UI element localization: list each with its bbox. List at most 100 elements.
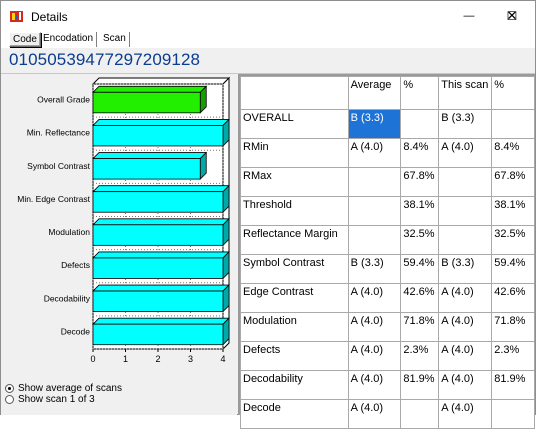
scan-percent-cell[interactable]: 67.8% bbox=[491, 167, 535, 197]
average-grade-cell[interactable] bbox=[347, 196, 402, 226]
scan-grade-cell[interactable]: A (4.0) bbox=[438, 399, 493, 429]
scan-percent-cell[interactable]: 59.4% bbox=[491, 254, 535, 284]
show-average-radio[interactable] bbox=[5, 384, 14, 393]
minimize-button[interactable]: — bbox=[447, 1, 491, 31]
average-percent-cell[interactable]: 59.4% bbox=[400, 254, 440, 284]
scan-grade-cell[interactable]: B (3.3) bbox=[438, 254, 493, 284]
scan-grade-cell[interactable]: A (4.0) bbox=[438, 341, 493, 371]
table-row[interactable]: Symbol Contrast B (3.3) 59.4% B (3.3) 59.4% bbox=[240, 254, 535, 284]
table-header-row: Average% This scan% bbox=[240, 76, 535, 110]
row-name-cell[interactable]: Edge Contrast bbox=[240, 283, 349, 313]
close-button[interactable]: ✕ bbox=[489, 1, 535, 31]
column-header[interactable]: Average bbox=[347, 76, 402, 110]
average-grade-cell[interactable]: B (3.3) bbox=[347, 254, 402, 284]
scan-grade-cell[interactable]: A (4.0) bbox=[438, 138, 493, 168]
tab-encodation[interactable]: Encodation bbox=[40, 32, 98, 47]
scan-percent-cell[interactable]: 38.1% bbox=[491, 196, 535, 226]
code-value: 01050539477297209128 bbox=[9, 50, 201, 69]
category-label: Min. Edge Contrast bbox=[17, 194, 90, 204]
row-name-cell[interactable]: RMax bbox=[240, 167, 349, 197]
average-grade-cell[interactable] bbox=[347, 167, 402, 197]
show-scan-radio[interactable] bbox=[5, 395, 14, 404]
category-label: Overall Grade bbox=[37, 95, 90, 105]
scan-percent-cell[interactable] bbox=[491, 399, 535, 429]
row-name-cell[interactable]: Decodability bbox=[240, 370, 349, 400]
average-percent-cell[interactable] bbox=[400, 109, 440, 139]
scan-grade-cell[interactable]: A (4.0) bbox=[438, 370, 493, 400]
x-tick-label: 2 bbox=[155, 354, 160, 364]
average-grade-cell[interactable]: A (4.0) bbox=[347, 370, 402, 400]
scan-percent-cell[interactable]: 71.8% bbox=[491, 312, 535, 342]
title-bar[interactable]: Details — ☐ bbox=[1, 1, 535, 31]
scan-percent-cell[interactable]: 8.4% bbox=[491, 138, 535, 168]
show-scan-option[interactable]: Show scan 1 of 3 bbox=[5, 394, 95, 405]
scan-percent-cell[interactable]: 81.9% bbox=[491, 370, 535, 400]
results-table: Average% This scan% OVERALL B (3.3) B (3.3) R… bbox=[240, 76, 535, 429]
scan-grade-cell[interactable] bbox=[438, 167, 493, 197]
bar bbox=[92, 91, 201, 114]
average-percent-cell[interactable]: 67.8% bbox=[400, 167, 440, 197]
table-row[interactable]: OVERALL B (3.3) B (3.3) bbox=[240, 109, 535, 139]
column-header[interactable]: % bbox=[491, 76, 535, 110]
plot-top-wall bbox=[91, 77, 231, 85]
average-percent-cell[interactable]: 32.5% bbox=[400, 225, 440, 255]
table-row[interactable]: Defects A (4.0) 2.3% A (4.0) 2.3% bbox=[240, 341, 535, 371]
scan-percent-cell[interactable]: 42.6% bbox=[491, 283, 535, 313]
table-row[interactable]: RMax 67.8% 67.8% bbox=[240, 167, 535, 197]
x-tick-label: 1 bbox=[123, 354, 128, 364]
average-grade-cell[interactable]: B (3.3) bbox=[347, 109, 402, 139]
bar-top-face bbox=[92, 85, 208, 93]
tab-scan[interactable]: Scan bbox=[100, 32, 130, 47]
average-grade-cell[interactable]: A (4.0) bbox=[347, 341, 402, 371]
average-percent-cell[interactable]: 8.4% bbox=[400, 138, 440, 168]
average-grade-cell[interactable]: A (4.0) bbox=[347, 399, 402, 429]
scan-percent-cell[interactable] bbox=[491, 109, 535, 139]
average-grade-cell[interactable] bbox=[347, 225, 402, 255]
table-row[interactable]: Decodability A (4.0) 81.9% A (4.0) 81.9% bbox=[240, 370, 535, 400]
average-percent-cell[interactable]: 2.3% bbox=[400, 341, 440, 371]
column-header[interactable]: This scan bbox=[438, 76, 493, 110]
details-window: Details — ☐ ✕ Code Encodation Scan 01050… bbox=[0, 0, 536, 429]
table-row[interactable]: RMin A (4.0) 8.4% A (4.0) 8.4% bbox=[240, 138, 535, 168]
show-average-option[interactable]: Show average of scans bbox=[5, 383, 122, 394]
column-header[interactable] bbox=[240, 76, 349, 110]
bar bbox=[92, 125, 224, 147]
average-grade-cell[interactable]: A (4.0) bbox=[347, 138, 402, 168]
row-name-cell[interactable]: RMin bbox=[240, 138, 349, 168]
row-name-cell[interactable]: Threshold bbox=[240, 196, 349, 226]
row-name-cell[interactable]: Modulation bbox=[240, 312, 349, 342]
row-name-cell[interactable]: Symbol Contrast bbox=[240, 254, 349, 284]
average-grade-cell[interactable]: A (4.0) bbox=[347, 283, 402, 313]
show-scan-label: Show scan 1 of 3 bbox=[18, 394, 95, 405]
row-name-cell[interactable]: Defects bbox=[240, 341, 349, 371]
bar bbox=[92, 191, 224, 213]
average-grade-cell[interactable]: A (4.0) bbox=[347, 312, 402, 342]
scan-grade-cell[interactable]: A (4.0) bbox=[438, 283, 493, 313]
average-percent-cell[interactable]: 81.9% bbox=[400, 370, 440, 400]
x-tick-label: 3 bbox=[188, 354, 193, 364]
average-percent-cell[interactable] bbox=[400, 399, 440, 429]
average-percent-cell[interactable]: 38.1% bbox=[400, 196, 440, 226]
table-row[interactable]: Decode A (4.0) A (4.0) bbox=[240, 399, 535, 429]
average-percent-cell[interactable]: 71.8% bbox=[400, 312, 440, 342]
scan-grade-cell[interactable]: A (4.0) bbox=[438, 312, 493, 342]
table-row[interactable]: Threshold 38.1% 38.1% bbox=[240, 196, 535, 226]
bar bbox=[92, 323, 224, 346]
row-name-cell[interactable]: Decode bbox=[240, 399, 349, 429]
row-name-cell[interactable]: OVERALL bbox=[240, 109, 349, 139]
table-row[interactable]: Reflectance Margin 32.5% 32.5% bbox=[240, 225, 535, 255]
scan-grade-cell[interactable] bbox=[438, 225, 493, 255]
show-average-label: Show average of scans bbox=[18, 383, 122, 394]
scan-percent-cell[interactable]: 32.5% bbox=[491, 225, 535, 255]
table-row[interactable]: Edge Contrast A (4.0) 42.6% A (4.0) 42.6% bbox=[240, 283, 535, 313]
window-title: Details bbox=[31, 10, 68, 24]
tab-code[interactable]: Code bbox=[9, 32, 41, 47]
app-icon bbox=[10, 11, 23, 22]
row-name-cell[interactable]: Reflectance Margin bbox=[240, 225, 349, 255]
table-row[interactable]: Modulation A (4.0) 71.8% A (4.0) 71.8% bbox=[240, 312, 535, 342]
scan-grade-cell[interactable] bbox=[438, 196, 493, 226]
column-header[interactable]: % bbox=[400, 76, 440, 110]
scan-percent-cell[interactable]: 2.3% bbox=[491, 341, 535, 371]
average-percent-cell[interactable]: 42.6% bbox=[400, 283, 440, 313]
scan-grade-cell[interactable]: B (3.3) bbox=[438, 109, 493, 139]
